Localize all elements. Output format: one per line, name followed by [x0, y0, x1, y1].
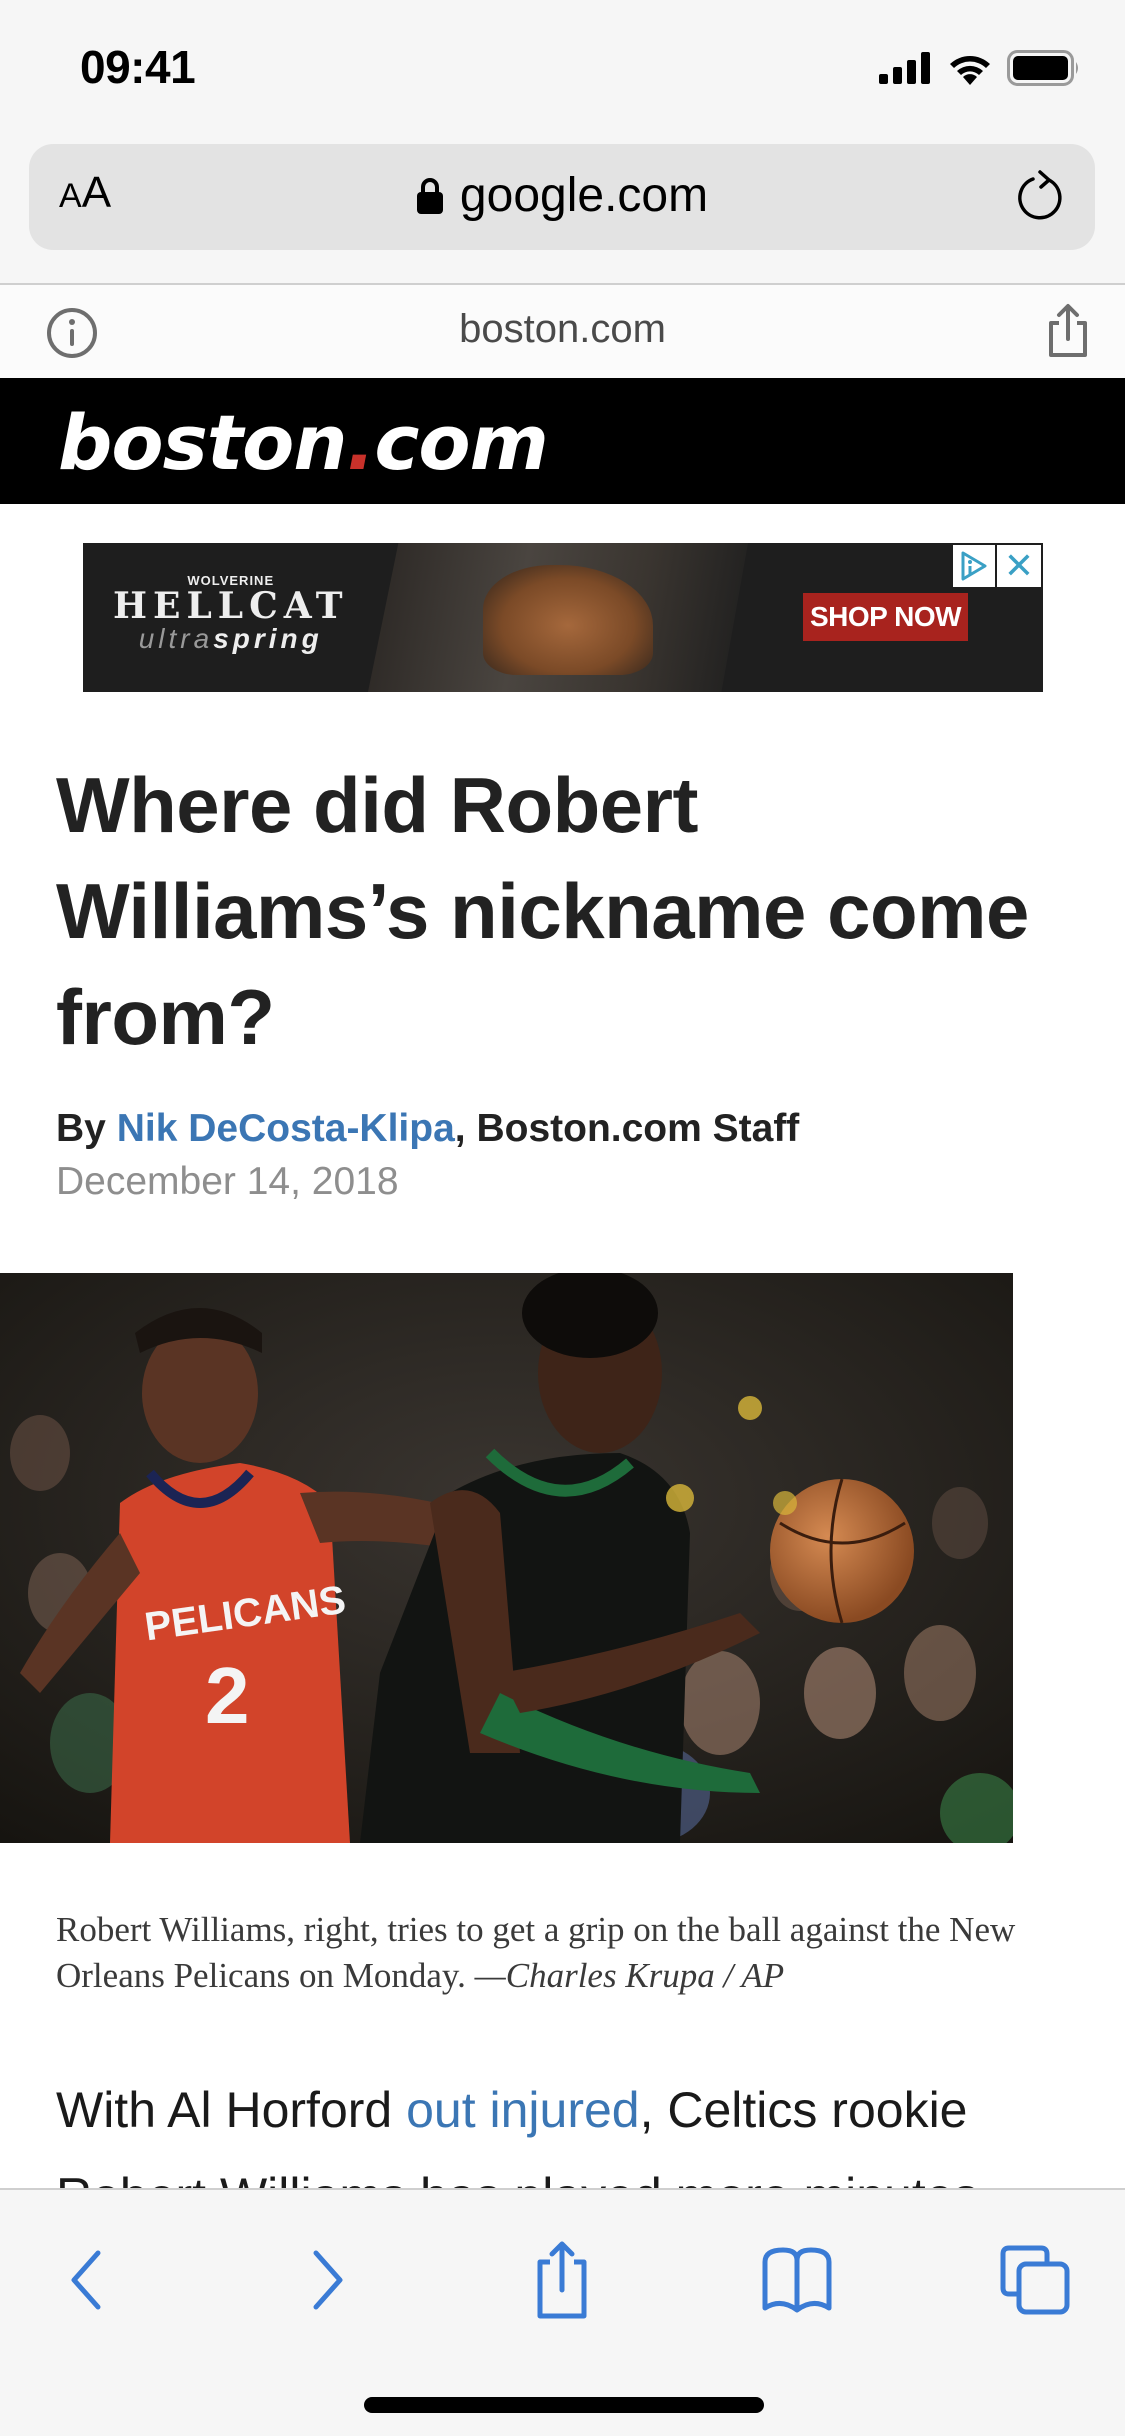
- site-header: boston.com: [0, 378, 1125, 504]
- ad-banner[interactable]: WOLVERINE HELLCAT ultraspring SHOP NOW ✕: [83, 543, 1043, 692]
- browser-address-area: AA google.com: [0, 135, 1125, 283]
- site-domain: boston.com: [459, 307, 666, 351]
- share-icon: [537, 2241, 587, 2319]
- chevron-right-icon: [313, 2250, 343, 2310]
- article-photo[interactable]: PELICANS 2: [0, 1273, 1013, 1843]
- ad-choices-icon[interactable]: [953, 545, 995, 587]
- address-bar[interactable]: AA google.com: [29, 144, 1095, 250]
- tabs-icon: [1000, 2245, 1070, 2315]
- chevron-left-icon: [71, 2250, 101, 2310]
- ad-sub-light: ultra: [138, 623, 214, 654]
- forward-button[interactable]: [288, 2240, 368, 2320]
- tabs-button[interactable]: [995, 2240, 1075, 2320]
- photo-caption: Robert Williams, right, tries to get a g…: [56, 1907, 1076, 1999]
- logo-text-com: com: [374, 398, 548, 487]
- byline-prefix: By: [56, 1107, 117, 1150]
- back-button[interactable]: [46, 2240, 126, 2320]
- status-icons: [879, 50, 1081, 86]
- jersey-number: 2: [205, 1651, 250, 1740]
- logo-text-boston: boston: [58, 398, 347, 487]
- reload-icon[interactable]: [1013, 168, 1071, 226]
- cellular-signal-icon: [879, 52, 930, 84]
- wifi-icon: [950, 56, 990, 85]
- battery-icon: [1007, 50, 1078, 86]
- author-link[interactable]: Nik DeCosta-Klipa: [117, 1107, 455, 1150]
- body-text-prefix: With Al Horford: [56, 2082, 407, 2138]
- ad-brand-big: HELLCAT: [113, 585, 349, 627]
- home-indicator[interactable]: [364, 2397, 764, 2413]
- url-display[interactable]: google.com: [29, 168, 1095, 223]
- ad-brand-sub: ultraspring: [113, 624, 348, 654]
- ad-close-icon[interactable]: ✕: [997, 545, 1041, 587]
- bookmarks-button[interactable]: [757, 2240, 837, 2320]
- site-info-bar: boston.com: [0, 283, 1125, 378]
- photo-illustration: PELICANS 2: [0, 1273, 1013, 1843]
- share-icon[interactable]: [1045, 303, 1091, 359]
- url-text: google.com: [459, 169, 709, 222]
- article-headline: Where did Robert Williams’s nickname com…: [56, 761, 1029, 1061]
- logo-dot: .: [346, 398, 376, 487]
- site-logo[interactable]: boston.com: [58, 398, 549, 487]
- publish-date: December 14, 2018: [56, 1160, 399, 1203]
- book-icon: [762, 2247, 832, 2313]
- ad-sub-bold: spring: [213, 623, 323, 654]
- caption-credit: —Charles Krupa / AP: [474, 1956, 785, 1995]
- lock-icon: [416, 177, 443, 214]
- status-bar: 09:41: [0, 0, 1125, 135]
- body-link-out-injured[interactable]: out injured: [406, 2082, 640, 2138]
- share-button[interactable]: [522, 2240, 602, 2320]
- ad-shop-now-button[interactable]: SHOP NOW: [803, 593, 968, 641]
- status-time: 09:41: [80, 41, 196, 93]
- ad-brand: WOLVERINE HELLCAT ultraspring: [113, 573, 348, 654]
- byline: By Nik DeCosta-Klipa, Boston.com Staff: [56, 1107, 799, 1151]
- byline-suffix: , Boston.com Staff: [454, 1107, 800, 1150]
